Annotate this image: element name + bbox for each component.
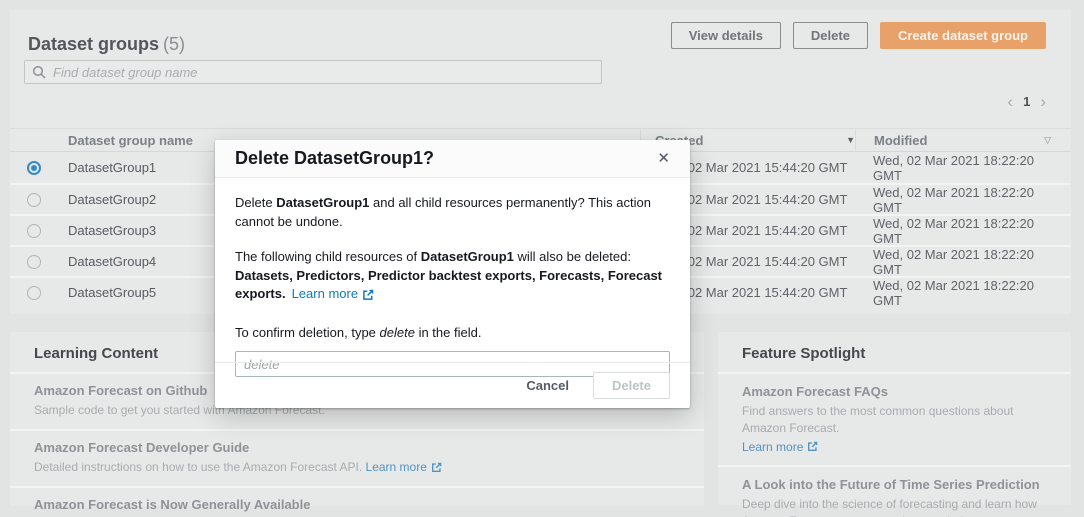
entry-title: Amazon Forecast FAQs (742, 384, 888, 399)
search-field-wrap (24, 60, 602, 84)
text-segment: Delete (235, 195, 277, 210)
learn-more-link[interactable]: Learn more (292, 285, 374, 304)
list-item: Amazon Forecast is Now Generally Availab… (10, 485, 704, 517)
text-segment: The following child resources of (235, 248, 421, 264)
learn-more-link[interactable]: Learn more (742, 439, 818, 456)
learn-more-label: Learn more (365, 459, 427, 474)
external-link-icon (363, 289, 374, 300)
entry-title: Amazon Forecast is Now Generally Availab… (34, 496, 311, 512)
cell-modified: Wed, 02 Mar 2021 18:22:20 GMT (873, 152, 1034, 183)
list-item: Amazon Forecast Developer Guide Detailed… (10, 428, 704, 486)
cell-modified: Wed, 02 Mar 2021 18:22:20 GMT (873, 215, 1034, 246)
sort-desc-icon[interactable]: ▼ (846, 135, 855, 145)
cancel-button[interactable]: Cancel (526, 378, 569, 393)
feature-spotlight-title: Feature Spotlight (718, 332, 1071, 374)
entry-desc: Find answers to the most common question… (742, 404, 1014, 435)
dialog-header: Delete DatasetGroup1? ✕ (215, 140, 690, 178)
dialog-footer: Cancel Delete (215, 362, 690, 408)
page-number[interactable]: 1 (1023, 94, 1030, 109)
create-dataset-group-button[interactable]: Create dataset group (879, 22, 1046, 49)
cell-modified: Wed, 02 Mar 2021 18:22:20 GMT (873, 277, 1034, 308)
radio-button[interactable] (27, 192, 41, 207)
delete-button[interactable]: Delete (792, 22, 868, 49)
page-title-count: (5) (163, 34, 186, 54)
dialog-body: Delete DatasetGroup1 and all child resou… (215, 194, 690, 378)
confirm-delete-button[interactable]: Delete (592, 372, 670, 399)
page-title-text: Dataset groups (28, 34, 160, 54)
radio-button[interactable] (27, 223, 41, 238)
page-title: Dataset groups (5) (28, 34, 185, 55)
search-icon (32, 65, 46, 79)
dialog-confirm-instruction: To confirm deletion, type delete in the … (235, 324, 670, 343)
text-segment-bold: DatasetGroup1 (420, 248, 514, 264)
text-segment-bold: DatasetGroup1 (276, 195, 370, 210)
toolbar: View details Delete Create dataset group (670, 22, 1046, 49)
pagination: ‹ 1 › (1007, 93, 1046, 110)
entry-title: A Look into the Future of Time Series Pr… (742, 477, 1040, 493)
close-icon[interactable]: ✕ (657, 151, 670, 166)
entry-title: Amazon Forecast Developer Guide (34, 439, 250, 455)
delete-confirmation-dialog: Delete DatasetGroup1? ✕ Delete DatasetGr… (215, 140, 690, 408)
dialog-warning-text: Delete DatasetGroup1 and all child resou… (235, 194, 670, 232)
next-page-icon[interactable]: › (1040, 93, 1046, 110)
radio-button[interactable] (27, 285, 41, 300)
external-link-icon (808, 442, 818, 452)
entry-desc: Detailed instructions on how to use the … (34, 459, 680, 476)
entry-desc-text: Detailed instructions on how to use the … (34, 459, 363, 474)
learn-more-label: Learn more (291, 286, 359, 302)
radio-button-selected[interactable] (27, 160, 41, 175)
prev-page-icon[interactable]: ‹ (1007, 93, 1013, 110)
text-segment-italic: delete (379, 325, 415, 341)
forecast-console-page: Dataset groups (5) View details Delete Cr… (0, 0, 1084, 517)
text-segment: in the field. (414, 325, 482, 341)
radio-button[interactable] (27, 254, 41, 269)
search-input[interactable] (24, 60, 602, 84)
text-segment: To confirm deletion, type (235, 325, 380, 341)
text-segment: will also be deleted: (513, 248, 631, 264)
sort-outline-icon[interactable]: ▽ (1044, 135, 1051, 146)
column-header-modified[interactable]: Modified ▽ (855, 129, 1071, 151)
list-item: Amazon Forecast FAQs Find answers to the… (718, 374, 1071, 465)
learn-more-label: Learn more (742, 439, 804, 454)
entry-desc: Deep dive into the science of forecastin… (742, 496, 1051, 517)
external-link-icon (431, 462, 442, 472)
entry-desc-text: Deep dive into the science of forecastin… (742, 497, 1037, 517)
list-item: A Look into the Future of Time Series Pr… (718, 465, 1071, 517)
dialog-title: Delete DatasetGroup1? (235, 148, 435, 168)
cell-modified: Wed, 02 Mar 2021 18:22:20 GMT (873, 184, 1034, 215)
column-header-modified-label: Modified (874, 132, 928, 148)
view-details-button[interactable]: View details (670, 22, 781, 49)
dialog-child-resources-text: The following child resources of Dataset… (235, 248, 670, 305)
cell-modified: Wed, 02 Mar 2021 18:22:20 GMT (873, 246, 1034, 277)
feature-spotlight-panel: Feature Spotlight Amazon Forecast FAQs F… (718, 332, 1071, 517)
learn-more-link[interactable]: Learn more (366, 459, 442, 476)
entry-link-row: Learn more (742, 439, 1051, 456)
